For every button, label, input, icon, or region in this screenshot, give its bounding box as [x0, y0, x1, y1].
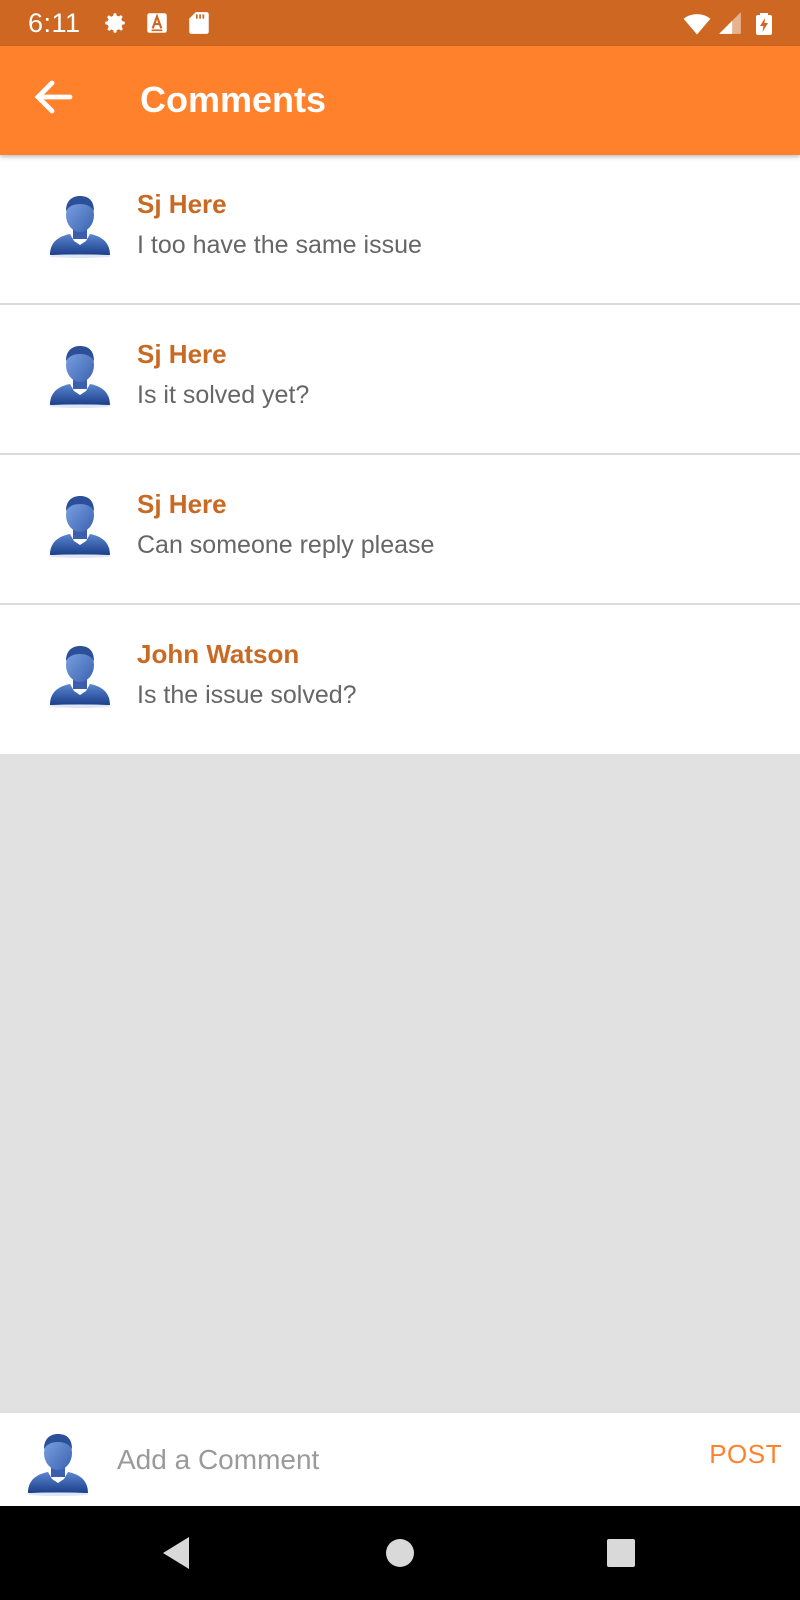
user-avatar-icon [44, 639, 116, 711]
status-bar: 6:11 [0, 0, 800, 46]
comment-author: Sj Here [137, 189, 227, 219]
back-triangle-icon[interactable] [155, 1531, 199, 1575]
comment-item[interactable]: Sj Here Can someone reply please [0, 455, 800, 605]
comment-author: John Watson [137, 639, 300, 669]
settings-icon [102, 10, 128, 36]
signal-icon [716, 10, 742, 36]
comment-item[interactable]: Sj Here I too have the same issue [0, 155, 800, 305]
comment-list[interactable]: Sj Here I too have the same issue Sj Her… [0, 155, 800, 754]
comment-text: Can someone reply please [137, 531, 435, 559]
comment-item[interactable]: Sj Here Is it solved yet? [0, 305, 800, 455]
user-avatar-icon [44, 189, 116, 261]
comment-text: Is it solved yet? [137, 381, 310, 409]
page-title: Comments [140, 79, 327, 120]
comment-author: Sj Here [137, 339, 227, 369]
a-badge-icon [144, 10, 170, 36]
user-avatar-icon [44, 489, 116, 561]
battery-charging-icon [752, 10, 778, 36]
back-button[interactable] [30, 73, 82, 125]
system-nav-bar [0, 1506, 800, 1600]
sd-card-icon [186, 10, 212, 36]
comment-text: Is the issue solved? [137, 681, 357, 709]
comment-input[interactable] [115, 1431, 679, 1489]
home-circle-icon[interactable] [378, 1531, 422, 1575]
status-time: 6:11 [28, 8, 81, 38]
user-avatar-icon [22, 1427, 94, 1499]
user-avatar-icon [44, 339, 116, 411]
wifi-icon [682, 10, 711, 36]
comment-composer: POST [0, 1413, 800, 1506]
arrow-left-icon [34, 80, 73, 114]
app-bar: Comments [0, 46, 800, 155]
recents-square-icon[interactable] [599, 1531, 643, 1575]
comment-author: Sj Here [137, 489, 227, 519]
comment-item[interactable]: John Watson Is the issue solved? [0, 605, 800, 754]
post-button[interactable]: POST [709, 1439, 782, 1470]
comment-text: I too have the same issue [137, 231, 422, 259]
